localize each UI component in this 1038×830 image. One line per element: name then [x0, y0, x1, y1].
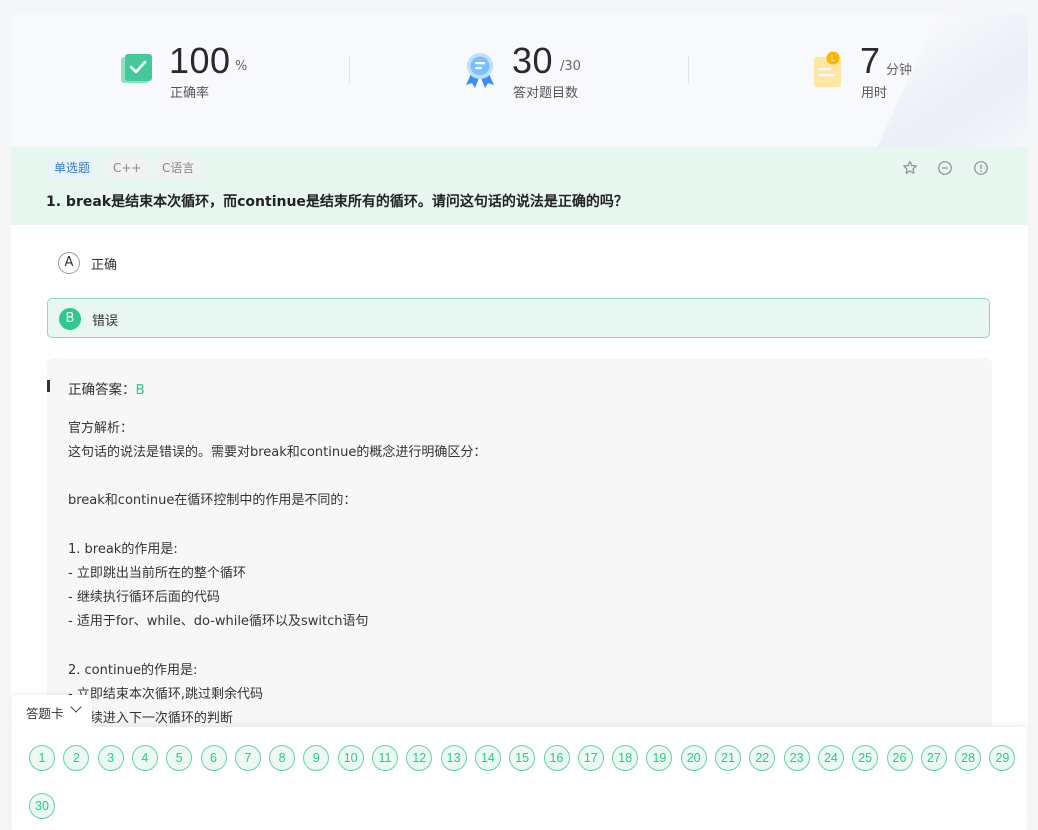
- answer-sheet-number[interactable]: 29: [989, 745, 1016, 771]
- answer-sheet-number[interactable]: 16: [543, 745, 570, 771]
- analysis-line: - 立即跳出当前所在的整个循环: [68, 566, 246, 581]
- answer-sheet-number[interactable]: 8: [269, 745, 296, 771]
- accuracy-value: 100: [169, 40, 231, 81]
- answer-sheet-number[interactable]: 5: [166, 745, 193, 771]
- question-type-tag: 单选题: [47, 158, 98, 179]
- stat-accuracy: 100 % 正确率: [118, 40, 278, 110]
- correct-answer-label: 正确答案：: [68, 382, 136, 398]
- question-header: 单选题 C++ C语言 1. break是结束本次循环，而continue是结束…: [11, 147, 1028, 225]
- question-tag: C++: [106, 158, 149, 179]
- section-marker: [47, 380, 50, 392]
- check-book-icon: [121, 54, 152, 83]
- answer-sheet-toggle[interactable]: 答题卡: [12, 695, 92, 729]
- answer-sheet-number[interactable]: 10: [337, 745, 364, 771]
- answer-sheet-number[interactable]: 23: [783, 745, 810, 771]
- answer-sheet-number[interactable]: 1: [29, 745, 55, 771]
- answer-sheet-number[interactable]: 30: [29, 793, 55, 819]
- clipboard-icon: L: [814, 51, 841, 87]
- answer-sheet-number[interactable]: 12: [406, 745, 433, 771]
- stat-time: L 7 分钟 用时: [811, 40, 951, 110]
- answer-sheet-number[interactable]: 13: [440, 745, 467, 771]
- answer-sheet-number[interactable]: 21: [715, 745, 741, 771]
- star-icon[interactable]: [902, 160, 918, 176]
- analysis-line: 1. break的作用是:: [68, 542, 178, 557]
- answer-sheet-number[interactable]: 17: [577, 745, 604, 771]
- analysis-line: 这句话的说法是错误的。需要对break和continue的概念进行明确区分：: [68, 445, 487, 460]
- correct-answer: 正确答案：B: [68, 378, 145, 398]
- answer-sheet-number[interactable]: 19: [646, 745, 673, 771]
- analysis-line: 2. continue的作用是:: [68, 663, 198, 678]
- analysis-line: break和continue在循环控制中的作用是不同的：: [68, 493, 357, 508]
- analysis-line: - 继续执行循环后面的代码: [68, 590, 220, 605]
- answer-sheet-number[interactable]: 14: [474, 745, 501, 771]
- answer-sheet-number[interactable]: 26: [886, 745, 913, 771]
- stat-divider: [688, 56, 689, 84]
- option-letter: B: [59, 308, 81, 330]
- analysis-line: - 继续进入下一次循环的判断: [68, 711, 233, 726]
- question-tag: C语言: [155, 158, 202, 179]
- answer-sheet-number[interactable]: 18: [612, 745, 639, 771]
- answer-sheet-number[interactable]: 4: [131, 745, 158, 771]
- answer-sheet-number[interactable]: 20: [680, 745, 707, 771]
- chevron-down-icon: [70, 701, 82, 713]
- accuracy-unit: %: [235, 59, 248, 74]
- answer-sheet-number[interactable]: 15: [509, 745, 536, 771]
- answer-sheet: 1 2 3 4 5 6 7 8 9 10 11 12 13 14 15 16 17 18 19 20 21 22 23 24 2…: [12, 727, 1026, 830]
- time-value: 7: [860, 40, 881, 81]
- stats-panel: 100 % 正确率 30 /30 答对题目数 L 7 分钟 用时: [11, 14, 1028, 147]
- option-b[interactable]: B 错误: [47, 298, 990, 338]
- answer-sheet-number[interactable]: 11: [372, 745, 398, 771]
- option-letter: A: [58, 252, 80, 274]
- analysis-line: - 立即结束本次循环,跳过剩余代码: [68, 687, 263, 702]
- medal-icon: [466, 53, 494, 88]
- answer-sheet-number[interactable]: 28: [955, 745, 982, 771]
- stat-correct: 30 /30 答对题目数: [462, 40, 622, 110]
- time-label: 用时: [861, 86, 888, 101]
- analysis-line: - 适用于for、while、do-while循环以及switch语句: [68, 614, 369, 629]
- analysis-line: 官方解析：: [68, 421, 134, 436]
- option-text: 错误: [92, 314, 119, 329]
- answer-sheet-number[interactable]: 25: [852, 745, 879, 771]
- time-unit: 分钟: [886, 63, 913, 78]
- answer-sheet-number[interactable]: 7: [234, 745, 261, 771]
- question-title: 1. break是结束本次循环，而continue是结束所有的循环。请问这句话的…: [46, 194, 628, 210]
- result-card: 100 % 正确率 30 /30 答对题目数 L 7 分钟 用时 单选题 C++…: [11, 14, 1028, 830]
- option-a[interactable]: A 正确: [47, 243, 990, 283]
- accuracy-label: 正确率: [170, 86, 210, 101]
- answer-sheet-number[interactable]: 22: [749, 745, 776, 771]
- info-circle-icon[interactable]: [973, 160, 989, 176]
- correct-answer-value: B: [135, 382, 145, 398]
- minus-circle-icon[interactable]: [937, 160, 953, 176]
- correct-unit: /30: [560, 59, 581, 74]
- answer-sheet-number[interactable]: 6: [200, 745, 227, 771]
- option-text: 正确: [91, 258, 118, 273]
- answer-sheet-number[interactable]: 9: [303, 745, 330, 771]
- svg-text:L: L: [831, 54, 836, 63]
- answer-sheet-label: 答题卡: [26, 706, 64, 721]
- correct-value: 30: [512, 40, 554, 81]
- answer-sheet-number[interactable]: 24: [817, 745, 844, 771]
- answer-sheet-number[interactable]: 27: [920, 745, 947, 771]
- correct-label: 答对题目数: [513, 86, 579, 101]
- stat-divider: [349, 56, 350, 84]
- answer-sheet-number[interactable]: 3: [97, 745, 124, 771]
- answer-sheet-number[interactable]: 2: [63, 745, 90, 771]
